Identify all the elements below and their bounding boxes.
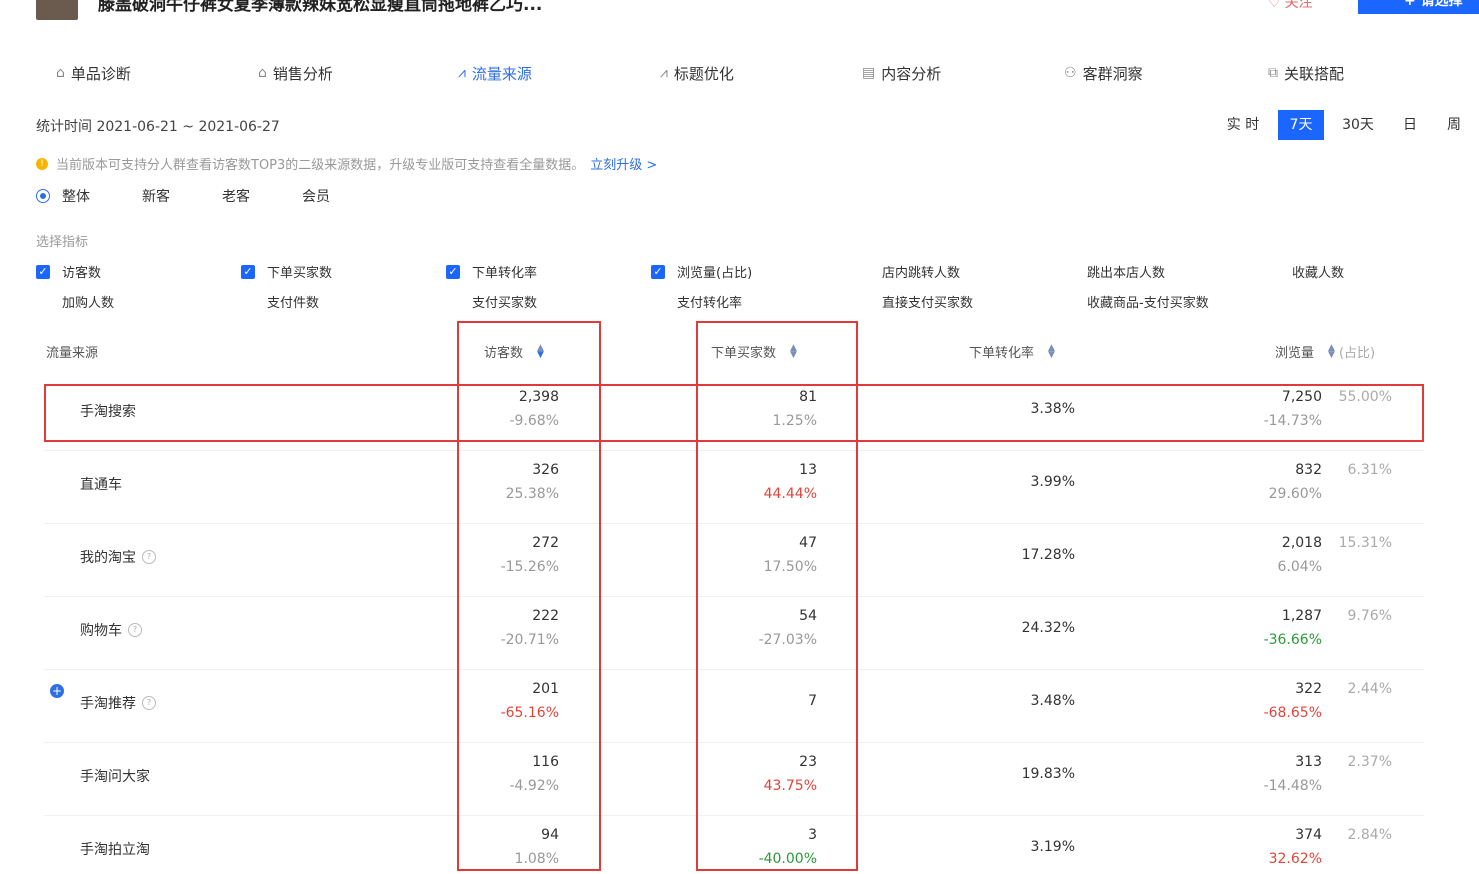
checkbox-checked-icon[interactable]: ✓ [241,264,255,279]
checkbox-checked-icon[interactable]: ✓ [651,264,665,279]
cell-conversion: 3.48% [1030,693,1075,709]
table-row-source[interactable]: 直通车 [80,474,122,494]
upgrade-link[interactable]: 立刻升级 > [590,154,657,173]
line-chart-icon: ⩘ [660,65,668,81]
range-week[interactable]: 周 [1436,110,1472,140]
header-conversion[interactable]: 下单转化率 ▲ ▼ [969,342,1055,361]
metric-pageviews[interactable]: ✓ 浏览量(占比) [651,262,752,281]
link-icon: ⧉ [1268,65,1278,81]
segment-new[interactable]: 新客 [142,186,170,206]
tab-related-match[interactable]: ⧉ 关联搭配 [1268,62,1344,84]
range-30days[interactable]: 30天 [1334,110,1382,140]
tab-traffic-source[interactable]: ⩘ 流量来源 [458,62,532,84]
table-row-source[interactable]: 手淘问大家 [80,766,150,786]
help-icon[interactable]: ? [142,550,156,564]
document-icon: ▤ [862,65,876,81]
cell-pageviews: 2,018 [1281,535,1322,551]
metric-pay-conversion[interactable]: 支付转化率 [677,292,742,311]
help-icon[interactable]: ? [142,696,156,710]
highlight-search-row [44,384,1424,442]
metric-favorites[interactable]: 收藏人数 [1292,262,1344,281]
select-button[interactable]: + 请选择 [1358,0,1479,14]
product-title: 滕盖破洞牛仔裤女夏季薄款辣妹宽松显瘦直筒拖地裤乙巧... [98,0,543,15]
header-pageviews[interactable]: 浏览量 ▲ ▼ (占比) [1275,342,1375,361]
tab-diagnosis[interactable]: ⌂ 单品诊断 [56,62,131,84]
cell-pageviews-change: -36.66% [1263,632,1322,648]
metric-visitors[interactable]: ✓ 访客数 [36,262,101,281]
cell-pageviews: 322 [1295,681,1322,697]
cell-pageviews-change: -68.65% [1263,705,1322,721]
cell-pageviews: 374 [1295,827,1322,843]
line-chart-icon: ⩘ [458,65,466,81]
sort-icon[interactable]: ▲ ▼ [1328,343,1335,359]
table-row-source[interactable]: 我的淘宝? [80,547,156,567]
segment-member[interactable]: 会员 [302,186,330,206]
header-traffic-source: 流量来源 [46,346,99,361]
cell-pageviews-share: 2.44% [1347,681,1392,697]
users-icon: ⚇ [1064,65,1077,81]
range-day[interactable]: 日 [1392,110,1428,140]
metric-pay-buyers[interactable]: 支付买家数 [472,292,537,311]
metric-bounce[interactable]: 跳出本店人数 [1087,262,1165,281]
tab-title-optimize[interactable]: ⩘ 标题优化 [660,62,734,84]
stat-time: 统计时间 2021-06-21 ~ 2021-06-27 [36,119,280,135]
table-row-source[interactable]: 购物车? [80,620,142,640]
heart-icon: ♡ [1268,0,1281,11]
expand-icon[interactable]: + [50,684,64,698]
cell-conversion: 24.32% [1021,620,1075,636]
tab-sales[interactable]: ⌂ 销售分析 [258,62,333,84]
cell-pageviews-share: 15.31% [1338,535,1392,551]
product-thumbnail [36,0,78,20]
cell-pageviews-change: 6.04% [1277,559,1322,575]
sort-icon[interactable]: ▲ ▼ [1048,343,1055,359]
table-row-source[interactable]: 手淘拍立淘 [80,839,150,859]
cell-pageviews: 313 [1295,754,1322,770]
cell-pageviews-share: 2.37% [1347,754,1392,770]
segment-radio[interactable] [36,189,50,203]
cell-pageviews: 832 [1295,462,1322,478]
cell-conversion: 17.28% [1021,547,1075,563]
cell-pageviews-share: 9.76% [1347,608,1392,624]
cell-conversion: 3.99% [1030,474,1075,490]
tab-content-analysis[interactable]: ▤ 内容分析 [862,62,941,84]
tab-customer-insight[interactable]: ⚇ 客群洞察 [1064,62,1143,84]
cell-pageviews: 1,287 [1281,608,1322,624]
metric-add-cart[interactable]: 加购人数 [62,292,114,311]
cell-conversion: 19.83% [1021,766,1075,782]
metric-selector-label: 选择指标 [36,235,89,250]
metric-fav-pay-buyers[interactable]: 收藏商品-支付买家数 [1087,292,1209,311]
info-icon: ! [36,157,48,170]
bag-icon: ⌂ [258,65,267,81]
cell-pageviews-change: 29.60% [1268,486,1322,502]
checkbox-checked-icon[interactable]: ✓ [36,264,50,279]
cell-pageviews-change: 32.62% [1268,851,1322,867]
segment-all[interactable]: 整体 [62,186,90,206]
segment-old[interactable]: 老客 [222,186,250,206]
range-7days[interactable]: 7天 [1278,110,1324,140]
cell-pageviews-share: 6.31% [1347,462,1392,478]
cell-conversion: 3.19% [1030,839,1075,855]
upgrade-notice: ! 当前版本可支持分人群查看访客数TOP3的二级来源数据，升级专业版可支持查看全… [36,154,657,173]
cell-pageviews-share: 2.84% [1347,827,1392,843]
metric-order-conversion[interactable]: ✓ 下单转化率 [446,262,537,281]
metric-direct-pay-buyers[interactable]: 直接支付买家数 [882,292,973,311]
help-icon[interactable]: ? [128,623,142,637]
metric-pay-items[interactable]: 支付件数 [267,292,319,311]
range-realtime[interactable]: 实 时 [1220,110,1266,140]
metric-in-store-jump[interactable]: 店内跳转人数 [882,262,960,281]
checkbox-checked-icon[interactable]: ✓ [446,264,460,279]
table-row-source[interactable]: 手淘推荐? [80,693,156,713]
cell-pageviews-change: -14.48% [1263,778,1322,794]
follow-button[interactable]: ♡ 关注 [1268,0,1313,12]
bag-icon: ⌂ [56,65,65,81]
metric-order-buyers[interactable]: ✓ 下单买家数 [241,262,332,281]
